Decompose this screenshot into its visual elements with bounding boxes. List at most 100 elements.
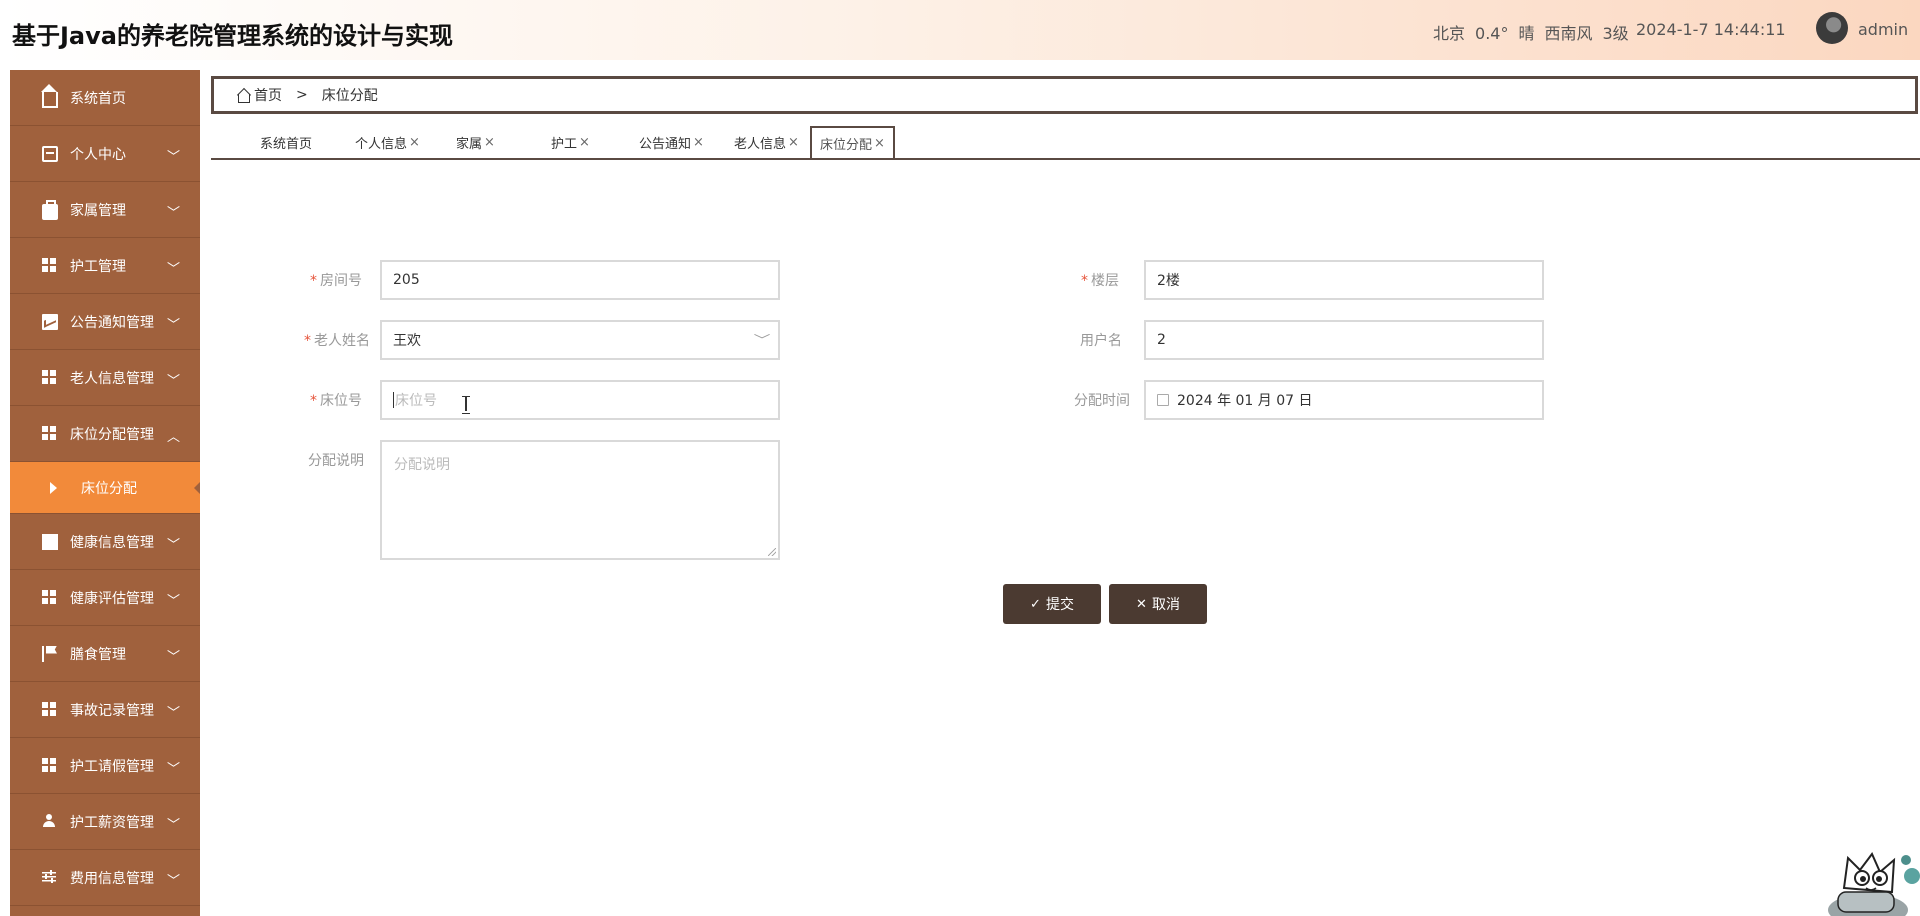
app-title: 基于Java的养老院管理系统的设计与实现 [12, 22, 453, 50]
elder-name-label: * 老人姓名 [304, 333, 370, 349]
breadcrumb-current: 床位分配 [321, 88, 378, 104]
chevron-up-icon: ︿ [166, 430, 180, 445]
elder-name-select[interactable]: 王欢 ﹀ [380, 320, 780, 360]
sidebar-item-meal[interactable]: 膳食管理 ﹀ [10, 626, 200, 682]
breadcrumb-separator: > [296, 87, 308, 103]
breadcrumb: 首页 > 床位分配 [211, 76, 1918, 114]
allocation-note-textarea[interactable]: 分配说明 [380, 440, 780, 560]
required-asterisk: * [310, 393, 317, 409]
note-label: 分配说明 [308, 453, 364, 469]
chevron-down-icon: ﹀ [166, 706, 180, 721]
tab-label: 个人信息 [355, 136, 408, 152]
sidebar-item-label: 护工薪资管理 [70, 814, 154, 831]
close-icon[interactable]: × [579, 135, 590, 150]
room-number-input[interactable]: 205 [380, 260, 780, 300]
chevron-down-icon: ﹀ [166, 594, 180, 609]
required-asterisk: * [1081, 273, 1088, 289]
chevron-down-icon: ﹀ [166, 818, 180, 833]
sidebar-item-caregiver[interactable]: 护工管理 ﹀ [10, 238, 200, 294]
sliders-icon [42, 869, 58, 886]
sidebar-item-caregiver-leave[interactable]: 护工请假管理 ﹀ [10, 738, 200, 794]
weather-temp: 0.4° [1475, 24, 1509, 43]
chevron-down-icon: ﹀ [753, 333, 771, 347]
tab-personal-info[interactable]: 个人信息 × [355, 126, 420, 158]
chevron-down-icon: ﹀ [166, 874, 180, 889]
tab-label: 护工 [551, 136, 578, 152]
grid-icon [42, 757, 58, 774]
sidebar-item-label: 事故记录管理 [70, 702, 154, 719]
room-label: * 房间号 [310, 273, 362, 289]
header-datetime: 2024-1-7 14:44:11 [1636, 20, 1786, 39]
chevron-down-icon: ﹀ [166, 762, 180, 777]
sidebar-item-label: 床位分配管理 [70, 426, 154, 443]
sidebar-item-notice[interactable]: 公告通知管理 ﹀ [10, 294, 200, 350]
required-asterisk: * [304, 333, 311, 349]
allocation-date-picker[interactable]: 2024 年 01 月 07 日 [1144, 380, 1544, 420]
grid-icon [42, 701, 58, 718]
breadcrumb-home[interactable]: 首页 [254, 85, 282, 105]
sidebar-item-health-info[interactable]: 健康信息管理 ﹀ [10, 514, 200, 570]
home-icon[interactable] [236, 88, 250, 103]
sidebar-item-label: 系统首页 [70, 90, 126, 107]
sidebar-item-health-assessment[interactable]: 健康评估管理 ﹀ [10, 570, 200, 626]
tab-family[interactable]: 家属 × [456, 126, 495, 158]
sidebar-item-bed-management[interactable]: 床位分配管理 ︿ [10, 406, 200, 462]
chevron-down-icon: ﹀ [166, 374, 180, 389]
bed-number-input[interactable]: 床位号 [380, 380, 780, 420]
tab-label: 床位分配 [820, 137, 873, 153]
sidebar-item-label: 老人信息管理 [70, 370, 154, 387]
weather-widget: 北京 0.4° 晴西南风 3级 [1433, 20, 1639, 44]
text-cursor-icon [462, 396, 470, 414]
weather-city: 北京 [1433, 24, 1466, 43]
tab-label: 系统首页 [260, 136, 313, 152]
close-icon[interactable]: × [409, 135, 420, 150]
sidebar-item-home[interactable]: 系统首页 [10, 70, 200, 126]
tab-label: 老人信息 [734, 136, 787, 152]
sidebar-item-accident[interactable]: 事故记录管理 ﹀ [10, 682, 200, 738]
home-icon [41, 84, 58, 108]
sidebar-item-label: 护工请假管理 [70, 758, 154, 775]
tab-caregiver[interactable]: 护工 × [551, 126, 590, 158]
sidebar-item-label: 健康信息管理 [70, 534, 154, 551]
weather-wind: 西南风 [1544, 24, 1593, 43]
header-username[interactable]: admin [1858, 20, 1908, 39]
tab-notice[interactable]: 公告通知 × [639, 126, 704, 158]
active-pointer-icon [194, 482, 200, 494]
sidebar-item-label: 健康评估管理 [70, 590, 154, 607]
grid-icon [42, 589, 58, 606]
tab-bar: 系统首页 个人信息 × 家属 × 护工 × 公告通知 × 老人信息 × 床位分配 × [211, 126, 1920, 160]
close-icon[interactable]: × [484, 135, 495, 150]
floor-label: * 楼层 [1081, 273, 1119, 289]
sidebar-item-personal-center[interactable]: 个人中心 ﹀ [10, 126, 200, 182]
sidebar-subitem-bed-allocation[interactable]: 床位分配 [10, 462, 200, 514]
required-asterisk: * [310, 273, 317, 289]
close-icon[interactable]: × [693, 135, 704, 150]
floor-input[interactable]: 2楼 [1144, 260, 1544, 300]
sidebar-item-caregiver-salary[interactable]: 护工薪资管理 ﹀ [10, 794, 200, 850]
username-input[interactable]: 2 [1144, 320, 1544, 360]
tab-elder-info[interactable]: 老人信息 × [734, 126, 799, 158]
sidebar-item-label: 费用信息管理 [70, 870, 154, 887]
sidebar-item-label: 护工管理 [70, 258, 126, 275]
allocation-time-label: 分配时间 [1074, 393, 1130, 409]
chevron-down-icon: ﹀ [166, 150, 180, 165]
close-icon[interactable]: × [788, 135, 799, 150]
sidebar-item-family[interactable]: 家属管理 ﹀ [10, 182, 200, 238]
cancel-button[interactable]: ✕ 取消 [1109, 584, 1207, 624]
submit-button[interactable]: ✓ 提交 [1003, 584, 1101, 624]
tab-bed-allocation[interactable]: 床位分配 × [810, 126, 895, 158]
chevron-down-icon: ﹀ [166, 262, 180, 277]
chevron-down-icon: ﹀ [166, 206, 180, 221]
tab-home[interactable]: 系统首页 [260, 126, 312, 158]
sidebar-item-fee[interactable]: 费用信息管理 ﹀ [10, 850, 200, 906]
sidebar-item-label: 个人中心 [70, 146, 126, 163]
close-icon[interactable]: × [874, 136, 885, 151]
cat-mascot-icon[interactable] [1808, 848, 1920, 916]
close-icon: ✕ [1136, 596, 1147, 612]
check-icon: ✓ [1030, 596, 1041, 612]
chevron-down-icon: ﹀ [166, 318, 180, 333]
sidebar-item-elder-info[interactable]: 老人信息管理 ﹀ [10, 350, 200, 406]
top-header: 基于Java的养老院管理系统的设计与实现 北京 0.4° 晴西南风 3级 2024-1… [0, 0, 1920, 60]
avatar[interactable] [1816, 12, 1848, 44]
bed-number-label: * 床位号 [310, 393, 362, 409]
